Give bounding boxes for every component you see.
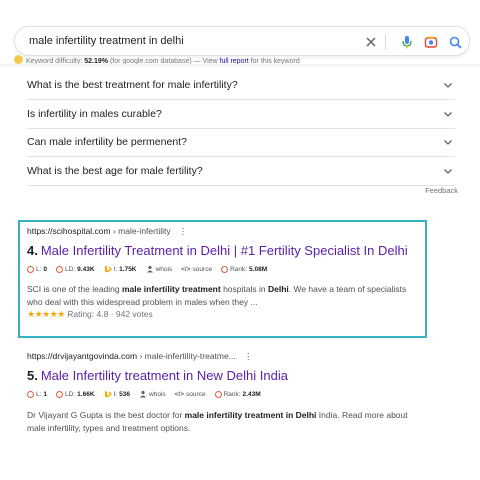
result-domain: https://drvijayantgovinda.com xyxy=(27,351,138,361)
metric-source[interactable]: </> source xyxy=(181,266,212,273)
code-icon: </> xyxy=(174,390,185,398)
result-path: › male-infertility-treatme... xyxy=(137,351,236,361)
more-options-icon[interactable]: ⋮ xyxy=(179,226,188,237)
more-options-icon[interactable]: ⋮ xyxy=(244,351,253,362)
metric-value: 5.08M xyxy=(249,265,268,273)
metric-label: Rank: xyxy=(230,265,248,273)
metric-value: 1.75K xyxy=(119,265,137,273)
metric-label: Rank: xyxy=(223,390,241,398)
result-rank-number: 5. xyxy=(27,368,38,383)
faq-question: What is the best age for male fertility? xyxy=(27,165,203,177)
circle-icon xyxy=(56,390,64,398)
header-shadow xyxy=(0,64,480,68)
metric-rank[interactable]: Rank: 5.08M xyxy=(221,265,268,273)
metric-index[interactable]: I: 536 xyxy=(104,390,130,398)
metric-whois[interactable]: whois xyxy=(139,390,166,398)
circle-icon xyxy=(27,265,34,273)
metric-linking-domains[interactable]: LD: 9.43K xyxy=(56,265,95,273)
result-title: Male Infertility treatment in New Delhi … xyxy=(40,368,288,383)
metric-value: 0 xyxy=(43,265,48,273)
metric-label: L: xyxy=(36,390,42,398)
clear-icon[interactable] xyxy=(361,32,381,52)
faq-item[interactable]: Can male infertility be permenent? xyxy=(27,129,455,157)
search-icon[interactable] xyxy=(445,32,465,52)
result-url[interactable]: https://scihospital.com › male-infertili… xyxy=(27,226,437,237)
metric-label: whois xyxy=(155,265,173,273)
result-title: Male Infertility Treatment in Delhi | #1… xyxy=(40,243,408,258)
snippet-highlight: male infertility treatment in Delhi xyxy=(184,410,317,420)
people-also-ask: What is the best treatment for male infe… xyxy=(27,72,455,186)
result-domain: https://scihospital.com xyxy=(27,226,111,236)
metric-index[interactable]: I: 1.75K xyxy=(104,265,137,273)
rating-text: Rating: 4.8 · 942 votes xyxy=(67,309,153,319)
metric-linking-domains[interactable]: LD: 1.66K xyxy=(56,390,95,398)
result-url[interactable]: https://drvijayantgovinda.com › male-inf… xyxy=(27,351,437,362)
metric-source[interactable]: </> source xyxy=(175,391,206,398)
result-rank-number: 4. xyxy=(27,243,38,258)
search-divider xyxy=(385,34,386,50)
faq-item[interactable]: What is the best treatment for male infe… xyxy=(27,72,455,100)
faq-item[interactable]: What is the best age for male fertility? xyxy=(27,158,455,186)
metric-links[interactable]: L: 1 xyxy=(27,390,48,398)
metric-label: LD: xyxy=(65,390,76,398)
circle-icon xyxy=(214,390,222,398)
snippet-highlight: male infertility treatment xyxy=(121,284,221,294)
metric-value: 2.43M xyxy=(242,390,261,398)
metric-value: 1.66K xyxy=(77,390,95,398)
snippet-text: hospitals in xyxy=(220,284,268,294)
search-result: https://scihospital.com › male-infertili… xyxy=(27,226,437,320)
chevron-down-icon xyxy=(444,140,452,145)
metric-label: I: xyxy=(113,265,118,273)
metric-value: 1 xyxy=(43,390,48,398)
metric-label: whois xyxy=(149,390,166,398)
feedback-link[interactable]: Feedback xyxy=(425,186,458,195)
result-title-link[interactable]: 4. Male Infertility Treatment in Delhi | … xyxy=(27,243,437,258)
search-result: https://drvijayantgovinda.com › male-inf… xyxy=(27,351,437,435)
seo-metrics-bar: L: 0 LD: 9.43K I: 1.75K whois </> source Ra… xyxy=(27,265,437,273)
snippet-text: SCI is one of the leading xyxy=(27,284,122,294)
result-path: › male-infertility xyxy=(110,226,171,236)
bing-icon xyxy=(104,266,112,273)
metric-label: source xyxy=(186,390,206,398)
metric-label: source xyxy=(192,265,213,273)
metric-label: I: xyxy=(113,390,118,398)
microphone-icon[interactable] xyxy=(397,32,417,52)
chevron-down-icon xyxy=(444,169,452,174)
metric-whois[interactable]: whois xyxy=(146,265,173,273)
user-icon xyxy=(140,390,147,398)
seo-metrics-bar: L: 1 LD: 1.66K I: 536 whois </> source Rank… xyxy=(27,390,437,398)
camera-search-icon[interactable] xyxy=(421,32,441,52)
faq-question: Can male infertility be permenent? xyxy=(27,136,187,148)
circle-icon xyxy=(27,390,34,398)
metric-value: 536 xyxy=(119,390,131,398)
snippet-text: Dr Vijayant G Gupta is the best doctor f… xyxy=(27,410,185,420)
chevron-down-icon xyxy=(444,112,452,117)
faq-question: What is the best treatment for male infe… xyxy=(27,79,238,91)
faq-question: Is infertility in males curable? xyxy=(27,108,162,120)
result-rating: ★★★★★ Rating: 4.8 · 942 votes xyxy=(27,309,437,320)
faq-item[interactable]: Is infertility in males curable? xyxy=(27,101,455,129)
search-box[interactable]: male infertility treatment in delhi xyxy=(14,26,470,56)
star-rating-icon: ★★★★★ xyxy=(27,309,65,319)
metric-rank[interactable]: Rank: 2.43M xyxy=(214,390,261,398)
seoquake-icon xyxy=(14,55,23,64)
metric-label: LD: xyxy=(65,265,76,273)
result-snippet: Dr Vijayant G Gupta is the best doctor f… xyxy=(27,409,422,435)
metric-value: 9.43K xyxy=(77,265,95,273)
metric-links[interactable]: L: 0 xyxy=(27,265,48,273)
user-icon xyxy=(146,265,153,273)
code-icon: </> xyxy=(181,265,191,273)
chevron-down-icon xyxy=(444,83,452,88)
result-snippet: SCI is one of the leading male infertili… xyxy=(27,283,422,309)
snippet-highlight: Delhi xyxy=(267,284,289,294)
bing-icon xyxy=(104,391,112,398)
circle-icon xyxy=(56,265,64,273)
search-input[interactable]: male infertility treatment in delhi xyxy=(29,35,184,47)
circle-icon xyxy=(221,265,229,273)
metric-label: L: xyxy=(36,265,42,273)
result-title-link[interactable]: 5. Male Infertility treatment in New Delh… xyxy=(27,368,437,383)
